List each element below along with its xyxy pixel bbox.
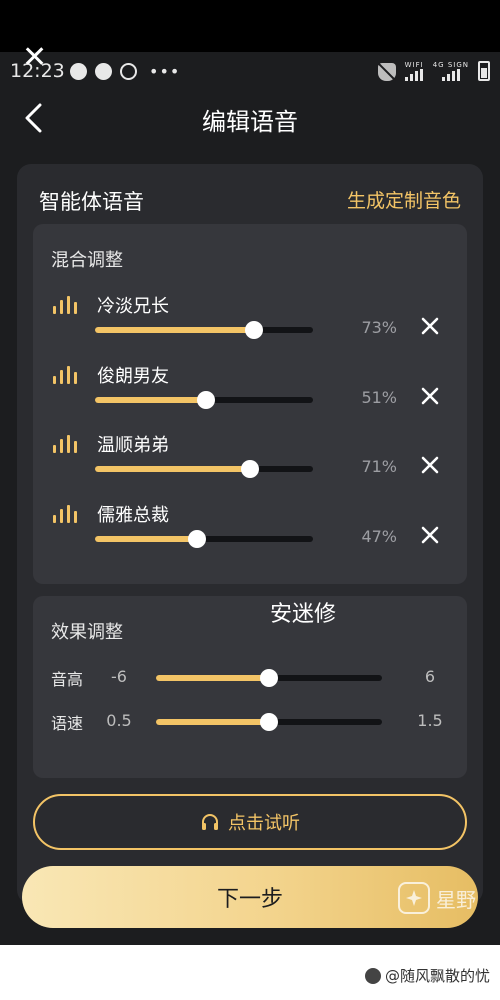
sound-wave-icon — [53, 505, 79, 523]
remove-voice-icon[interactable] — [419, 454, 441, 476]
voice-weight-slider[interactable] — [95, 321, 313, 339]
voice-name: 冷淡兄长 — [97, 296, 169, 317]
slider-knob[interactable] — [188, 530, 207, 548]
next-step-label: 下一步 — [216, 887, 283, 912]
voice-row: 温顺弟弟 71% — [33, 429, 467, 489]
slider-knob[interactable] — [260, 713, 278, 731]
sound-wave-icon — [53, 435, 79, 453]
generate-custom-voice-link[interactable]: 生成定制音色 — [347, 186, 461, 213]
signal-indicator: 4G SIGN — [433, 61, 469, 81]
credit-watermark: @随风飘散的忧 — [364, 965, 490, 986]
voice-row: 俊朗男友 51% — [33, 360, 467, 420]
voice-percent: 73% — [361, 318, 397, 337]
slider-knob[interactable] — [260, 669, 278, 687]
effect-panel-title: 效果调整 — [51, 622, 123, 643]
slider-fill — [95, 327, 255, 333]
sound-wave-icon — [53, 366, 79, 384]
voice-percent: 71% — [361, 457, 397, 476]
credit-text: @随风飘散的忧 — [384, 967, 490, 985]
sound-wave-icon — [53, 296, 79, 314]
listen-button[interactable]: 点击试听 — [33, 794, 467, 850]
slider-fill — [95, 536, 198, 542]
page-title: 编辑语音 — [202, 108, 298, 136]
remove-voice-icon[interactable] — [419, 524, 441, 546]
headphones-icon — [202, 814, 218, 830]
voice-percent: 51% — [361, 388, 397, 407]
voice-card: 智能体语音 生成定制音色 混合调整 冷淡兄长 73% 俊朗男友 51% 温顺弟弟 — [17, 164, 483, 904]
overlay-name-text: 安迷修 — [270, 602, 337, 627]
chat-bubble-icon — [95, 63, 112, 80]
voice-weight-slider[interactable] — [95, 530, 313, 548]
more-dots-icon: ••• — [149, 62, 181, 81]
effect-panel: 效果调整 音高 -6 6 语速 0.5 1.5 — [33, 596, 467, 778]
pitch-label: 音高 — [51, 670, 84, 689]
brand-watermark: 星野 — [398, 882, 476, 914]
speed-row: 语速 0.5 1.5 — [33, 708, 467, 738]
slider-fill — [95, 466, 250, 472]
signal-label: 4G SIGN — [432, 61, 469, 69]
voice-percent: 47% — [361, 527, 397, 546]
message-icon — [70, 63, 87, 80]
pitch-min: -6 — [111, 667, 127, 686]
voice-row: 冷淡兄长 73% — [33, 290, 467, 350]
bell-off-icon — [377, 63, 396, 81]
speed-min: 0.5 — [106, 711, 132, 730]
voice-name: 儒雅总裁 — [97, 505, 169, 526]
slider-fill — [156, 719, 269, 725]
slider-fill — [156, 675, 269, 681]
top-black-band — [0, 0, 500, 52]
voice-weight-slider[interactable] — [95, 391, 313, 409]
brand-watermark-text: 星野 — [436, 887, 476, 912]
wifi-bars-icon — [405, 69, 424, 81]
author-avatar-icon — [364, 967, 381, 984]
nav-bar: 编辑语音 — [0, 90, 500, 146]
remove-voice-icon[interactable] — [419, 315, 441, 337]
check-circle-icon — [120, 63, 137, 80]
pitch-row: 音高 -6 6 — [33, 664, 467, 694]
slider-knob[interactable] — [197, 391, 216, 409]
system-status: WIFI 4G SIGN — [377, 61, 490, 81]
voice-weight-slider[interactable] — [95, 460, 313, 478]
status-bar: 12:23 ••• WIFI 4G SIGN — [0, 52, 500, 90]
app-screen: 12:23 ••• WIFI 4G SIGN 编辑语音 智能体语音 生成定制音色… — [0, 52, 500, 945]
signal-bars-icon — [441, 69, 460, 81]
mix-panel: 混合调整 冷淡兄长 73% 俊朗男友 51% 温顺弟弟 71% 儒雅总裁 47% — [33, 224, 467, 584]
card-title: 智能体语音 — [39, 190, 144, 214]
pitch-max: 6 — [424, 667, 436, 686]
slider-fill — [95, 397, 207, 403]
slider-knob[interactable] — [240, 460, 259, 478]
sparkle-logo-icon — [398, 882, 430, 914]
slider-knob[interactable] — [245, 321, 264, 339]
voice-name: 俊朗男友 — [97, 366, 169, 387]
speed-max: 1.5 — [417, 711, 443, 730]
mix-panel-title: 混合调整 — [51, 250, 123, 271]
voice-row: 儒雅总裁 47% — [33, 499, 467, 559]
speed-slider[interactable] — [156, 713, 382, 731]
wifi-indicator: WIFI — [405, 61, 424, 81]
pitch-slider[interactable] — [156, 669, 382, 687]
wifi-label: WIFI — [404, 61, 424, 69]
notification-icons: ••• — [70, 62, 180, 81]
battery-icon — [478, 61, 490, 81]
bottom-credit-band: @随风飘散的忧 — [0, 945, 500, 1000]
remove-voice-icon[interactable] — [419, 385, 441, 407]
speed-label: 语速 — [51, 714, 84, 733]
overlay-close-icon[interactable]: ✕ — [22, 43, 50, 73]
voice-name: 温顺弟弟 — [97, 435, 169, 456]
listen-button-label: 点击试听 — [228, 813, 300, 834]
